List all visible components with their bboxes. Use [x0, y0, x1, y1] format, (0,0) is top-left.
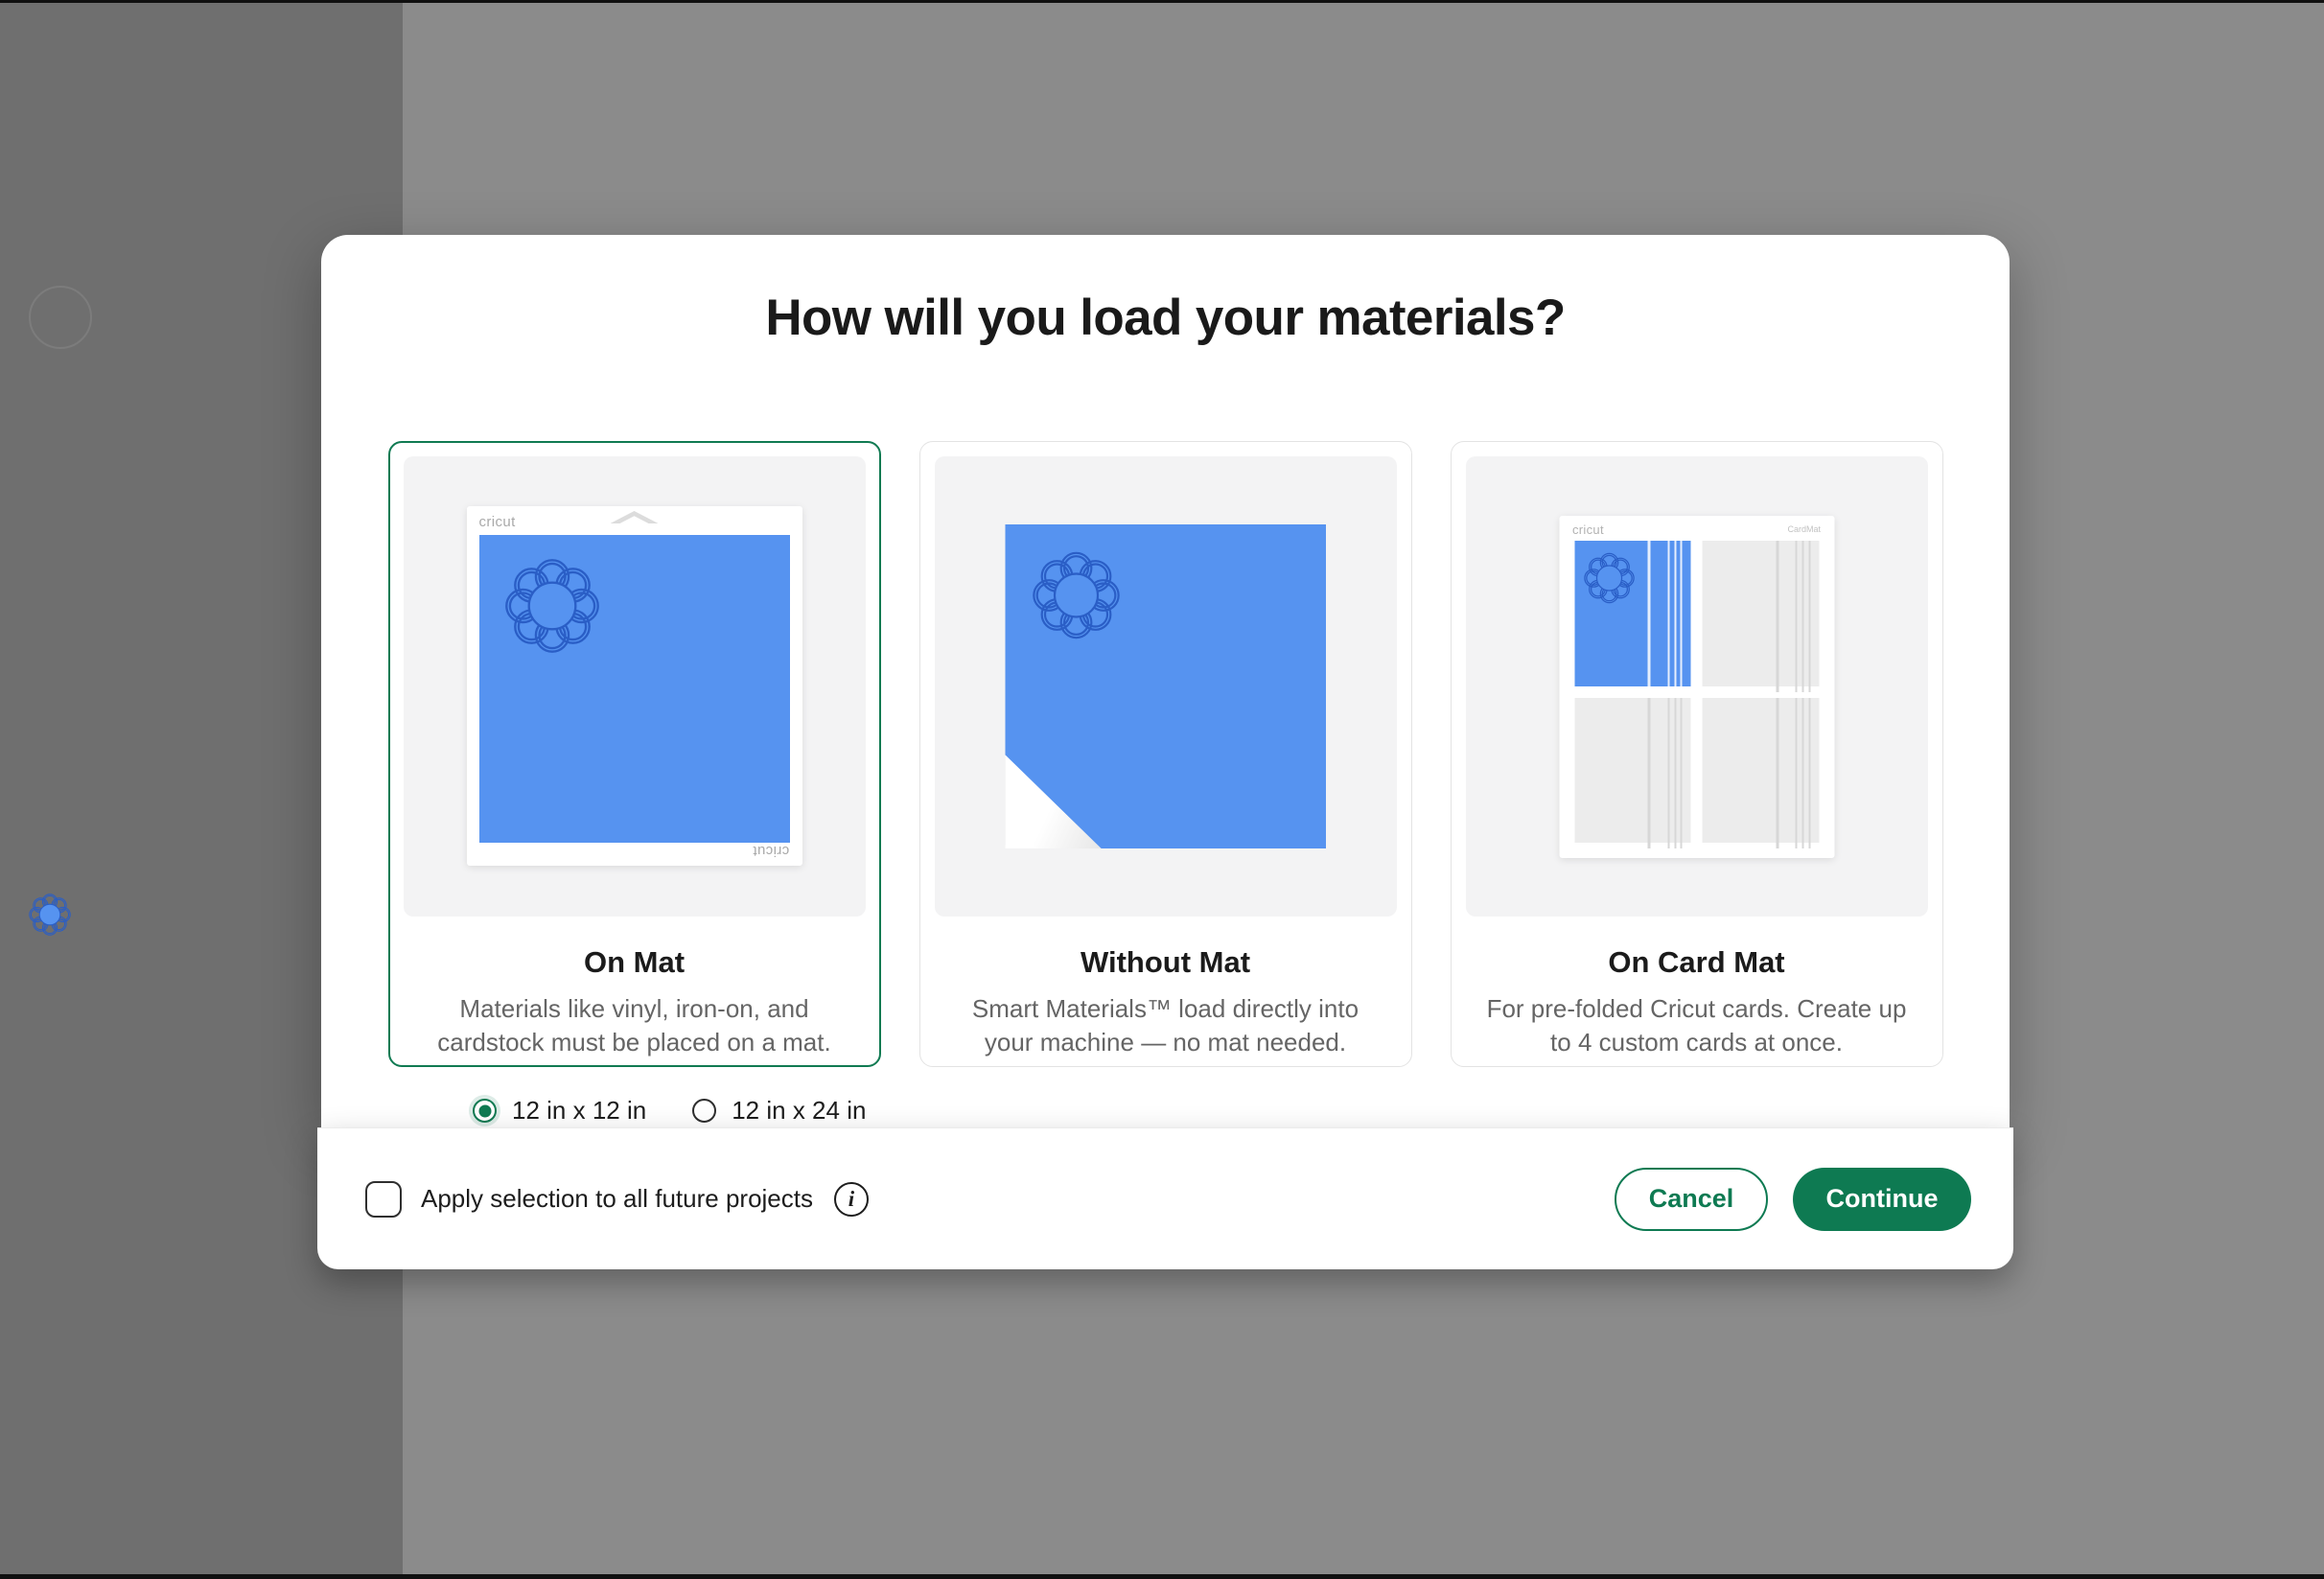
flower-design-icon	[1028, 547, 1124, 643]
dimmed-flower-shape	[27, 892, 73, 938]
info-icon[interactable]: i	[834, 1182, 869, 1217]
on-mat-illustration: cricut cricut	[404, 456, 866, 917]
option-title: On Mat	[404, 945, 866, 980]
without-mat-illustration	[935, 456, 1397, 917]
continue-button[interactable]: Continue	[1793, 1168, 1971, 1231]
card-slot-with-design	[1574, 541, 1691, 686]
flower-design-icon	[500, 554, 604, 658]
option-title: Without Mat	[935, 945, 1397, 980]
option-title: On Card Mat	[1466, 945, 1928, 980]
flower-design-icon	[1581, 550, 1637, 606]
option-card-without-mat[interactable]: Without Mat Smart Materials™ load direct…	[919, 441, 1412, 1067]
radio-label[interactable]: 12 in x 12 in	[512, 1096, 646, 1126]
load-materials-dialog: How will you load your materials? cricut…	[321, 235, 2010, 1269]
radio-button-selected[interactable]	[473, 1099, 497, 1123]
mat-brand-text: cricut	[479, 514, 516, 530]
apply-selection-label[interactable]: Apply selection to all future projects	[421, 1184, 813, 1214]
apply-selection-group: Apply selection to all future projects i	[365, 1181, 869, 1218]
radio-option-12x12[interactable]: 12 in x 12 in	[473, 1096, 646, 1126]
option-card-on-mat[interactable]: cricut cricut On Mat Materials like viny…	[388, 441, 881, 1067]
mat-size-options: 12 in x 12 in 12 in x 24 in	[473, 1096, 866, 1126]
cancel-button[interactable]: Cancel	[1615, 1168, 1768, 1231]
card-slot	[1574, 698, 1691, 844]
material-option-cards: cricut cricut On Mat Materials like viny…	[321, 441, 2010, 1067]
mat-brand-text: cricut	[1572, 522, 1604, 537]
radio-button[interactable]	[692, 1099, 716, 1123]
dialog-body: How will you load your materials? cricut…	[321, 235, 2010, 1127]
card-mat-illustration: cricut CardMat	[1466, 456, 1928, 917]
option-card-on-card-mat[interactable]: cricut CardMat	[1451, 441, 1943, 1067]
radio-option-12x24[interactable]: 12 in x 24 in	[692, 1096, 866, 1126]
radio-label[interactable]: 12 in x 24 in	[732, 1096, 866, 1126]
app-top-edge	[0, 0, 2324, 3]
option-description: Smart Materials™ load directly into your…	[951, 992, 1381, 1059]
mat-arrow-notch	[611, 511, 659, 523]
dimmed-canvas-shape	[29, 286, 92, 349]
dialog-title: How will you load your materials?	[321, 235, 2010, 347]
option-description: For pre-folded Cricut cards. Create up t…	[1482, 992, 1912, 1059]
card-slot	[1703, 541, 1820, 686]
card-mat-graphic: cricut CardMat	[1559, 516, 1834, 858]
apply-selection-checkbox[interactable]	[365, 1181, 402, 1218]
mat-material-area	[479, 535, 790, 843]
option-description: Materials like vinyl, iron-on, and cards…	[420, 992, 849, 1059]
card-mat-label: CardMat	[1787, 524, 1821, 534]
card-slot	[1703, 698, 1820, 844]
cutting-mat-graphic: cricut cricut	[467, 506, 802, 866]
mat-brand-text-rotated: cricut	[753, 843, 789, 859]
card-slots-grid	[1574, 541, 1819, 843]
dialog-footer: Apply selection to all future projects i…	[317, 1127, 2013, 1269]
smart-material-graphic	[1005, 524, 1326, 848]
app-bottom-edge	[0, 1574, 2324, 1579]
